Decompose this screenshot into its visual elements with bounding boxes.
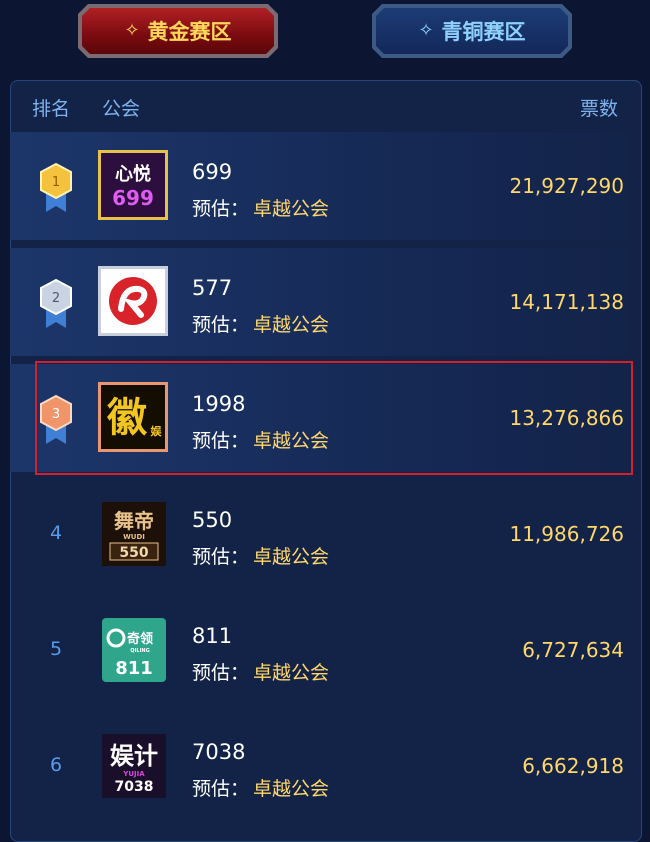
medal-number: 2 bbox=[52, 291, 60, 306]
wings-emblem-icon: ✧ bbox=[418, 20, 434, 41]
estimate-value: 卓越公会 bbox=[253, 778, 330, 800]
gold-medal-icon: 1 bbox=[40, 162, 72, 212]
svg-text:YUJIA: YUJIA bbox=[122, 770, 145, 778]
ranking-row[interactable]: 2 577 预估： 卓越公会 14,171,138 bbox=[10, 248, 640, 356]
svg-text:奇领: 奇领 bbox=[127, 631, 153, 647]
guild-logo: 心悦 699 bbox=[98, 150, 168, 220]
estimate-label: 预估： bbox=[192, 198, 250, 220]
ranking-header: 排名 公会 票数 bbox=[10, 82, 640, 132]
guild-logo-image: 舞帝 WUDI 550 bbox=[102, 502, 166, 566]
guild-logo-image: 心悦 699 bbox=[101, 153, 165, 217]
guild-logo-image bbox=[101, 269, 165, 333]
guild-estimate: 预估： 卓越公会 bbox=[192, 310, 329, 337]
estimate-value: 卓越公会 bbox=[253, 314, 330, 336]
vote-count: 6,662,918 bbox=[522, 754, 624, 778]
ranking-row[interactable]: 4 舞帝 WUDI 550 550 预估： 卓越公会 11,986,726 bbox=[10, 480, 640, 588]
guild-name: 699 bbox=[192, 160, 233, 184]
tab-bronze-label: 青铜赛区 bbox=[441, 20, 526, 44]
rank-number: 6 bbox=[50, 754, 63, 776]
selected-row-highlight bbox=[35, 361, 633, 475]
guild-estimate: 预估： 卓越公会 bbox=[192, 194, 329, 221]
guild-name: 811 bbox=[192, 624, 233, 648]
medal-number: 1 bbox=[52, 175, 60, 190]
ranking-row[interactable]: 5 奇领 QILING 811 811 预估： 卓越公会 6,727,634 bbox=[10, 596, 640, 704]
guild-name: 577 bbox=[192, 276, 233, 300]
svg-text:699: 699 bbox=[112, 186, 154, 210]
estimate-value: 卓越公会 bbox=[253, 198, 330, 220]
vote-count: 6,727,634 bbox=[522, 638, 624, 662]
guild-estimate: 预估： 卓越公会 bbox=[192, 774, 329, 801]
guild-logo bbox=[98, 266, 168, 336]
estimate-label: 预估： bbox=[192, 314, 250, 336]
estimate-value: 卓越公会 bbox=[253, 546, 330, 568]
svg-text:550: 550 bbox=[119, 545, 148, 561]
tab-gold-label: 黄金赛区 bbox=[147, 20, 232, 44]
guild-name: 550 bbox=[192, 508, 233, 532]
header-votes: 票数 bbox=[579, 98, 618, 120]
vote-count: 11,986,726 bbox=[509, 522, 624, 546]
guild-logo: 奇领 QILING 811 bbox=[102, 618, 166, 682]
estimate-label: 预估： bbox=[192, 778, 250, 800]
wings-emblem-icon: ✧ bbox=[124, 20, 140, 41]
svg-text:7038: 7038 bbox=[115, 779, 154, 795]
guild-logo-image: 奇领 QILING 811 bbox=[102, 618, 166, 682]
guild-logo-image: 娱计 YUJIA 7038 bbox=[102, 734, 166, 798]
header-rank: 排名 bbox=[32, 98, 71, 120]
guild-name: 7038 bbox=[192, 740, 246, 764]
svg-text:娱计: 娱计 bbox=[110, 742, 158, 770]
tab-bronze-zone[interactable]: ✧ 青铜赛区 bbox=[372, 4, 572, 58]
vote-count: 21,927,290 bbox=[509, 174, 624, 198]
guild-estimate: 预估： 卓越公会 bbox=[192, 542, 329, 569]
tab-gold-zone[interactable]: ✧ 黄金赛区 bbox=[78, 4, 278, 58]
estimate-label: 预估： bbox=[192, 546, 250, 568]
svg-text:WUDI: WUDI bbox=[123, 533, 145, 541]
header-guild: 公会 bbox=[102, 98, 141, 120]
estimate-label: 预估： bbox=[192, 662, 250, 684]
svg-text:QILING: QILING bbox=[130, 648, 149, 654]
rank-number: 5 bbox=[50, 638, 63, 660]
ranking-row[interactable]: 6 娱计 YUJIA 7038 7038 预估： 卓越公会 6,662,918 bbox=[10, 712, 640, 820]
guild-logo: 娱计 YUJIA 7038 bbox=[102, 734, 166, 798]
guild-estimate: 预估： 卓越公会 bbox=[192, 658, 329, 685]
svg-text:心悦: 心悦 bbox=[115, 163, 151, 185]
rank-number: 4 bbox=[50, 522, 63, 544]
svg-text:舞帝: 舞帝 bbox=[114, 509, 154, 533]
svg-text:811: 811 bbox=[115, 658, 153, 679]
ranking-row[interactable]: 1 心悦 699 699 预估： 卓越公会 21,927,290 bbox=[10, 132, 640, 240]
guild-logo: 舞帝 WUDI 550 bbox=[102, 502, 166, 566]
zone-tabs: ✧ 黄金赛区 ✧ 青铜赛区 bbox=[0, 0, 650, 70]
estimate-value: 卓越公会 bbox=[253, 662, 330, 684]
vote-count: 14,171,138 bbox=[509, 290, 624, 314]
silver-medal-icon: 2 bbox=[40, 278, 72, 328]
